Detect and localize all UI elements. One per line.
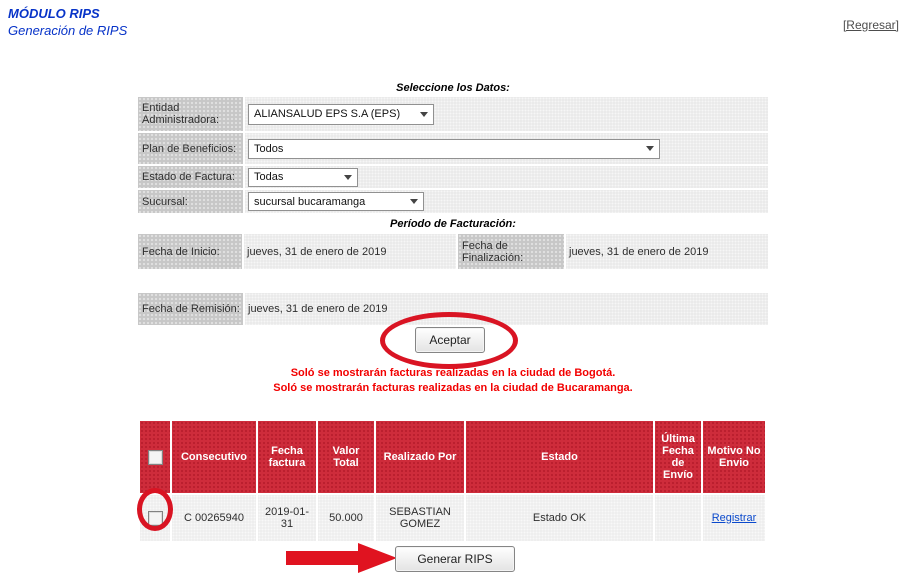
fecha-remision-label: Fecha de Remisión:	[138, 293, 243, 325]
entidad-field-cell: ALIANSALUD EPS S.A (EPS)	[245, 97, 768, 131]
chevron-down-icon	[344, 175, 352, 180]
registrar-link[interactable]: Registrar	[712, 512, 757, 524]
entidad-select[interactable]: ALIANSALUD EPS S.A (EPS)	[248, 104, 434, 125]
warning-messages: Soló se mostrarán facturas realizadas en…	[108, 366, 798, 396]
filters-form: Entidad Administradora: ALIANSALUD EPS S…	[138, 97, 768, 327]
table-header-row: Consecutivo Fecha factura Valor Total Re…	[140, 421, 765, 493]
form-row-plan: Plan de Beneficios: Todos	[138, 133, 768, 164]
entidad-select-value: ALIANSALUD EPS S.A (EPS)	[254, 108, 400, 120]
row-checkbox[interactable]	[148, 511, 163, 526]
chevron-down-icon	[410, 199, 418, 204]
section-title: Seleccione los Datos:	[138, 82, 768, 94]
entidad-label: Entidad Administradora:	[138, 97, 243, 131]
cell-motivo-no-envio: Registrar	[703, 495, 765, 541]
plan-label: Plan de Beneficios:	[138, 133, 243, 164]
cell-valor-total: 50.000	[318, 495, 374, 541]
spacer	[138, 271, 768, 293]
estado-select-value: Todas	[254, 171, 283, 183]
invoices-table: Consecutivo Fecha factura Valor Total Re…	[138, 419, 767, 543]
fecha-remision-value[interactable]: jueves, 31 de enero de 2019	[245, 293, 768, 325]
chevron-down-icon	[420, 112, 428, 117]
col-header-ultima-fecha-envio: Última Fecha de Envío	[655, 421, 701, 493]
col-header-motivo-no-envio: Motivo No Envio	[703, 421, 765, 493]
row-checkbox-cell	[140, 495, 170, 541]
form-row-sucursal: Sucursal: sucursal bucaramanga	[138, 190, 768, 213]
cell-consecutivo: C 00265940	[172, 495, 256, 541]
rips-generation-page: MÓDULO RIPS Generación de RIPS [Regresar…	[0, 0, 907, 578]
col-header-realizado-por: Realizado Por	[376, 421, 464, 493]
table-row: C 00265940 2019-01-31 50.000 SEBASTIAN G…	[140, 495, 765, 541]
page-subtitle: Generación de RIPS	[8, 23, 127, 38]
form-row-fechas: Fecha de Inicio: jueves, 31 de enero de …	[138, 234, 768, 269]
cell-realizado-por: SEBASTIAN GOMEZ	[376, 495, 464, 541]
col-header-consecutivo: Consecutivo	[172, 421, 256, 493]
page-title: MÓDULO RIPS	[8, 6, 100, 21]
plan-select-value: Todos	[254, 143, 283, 155]
select-all-checkbox[interactable]	[148, 450, 163, 465]
generar-rips-button[interactable]: Generar RIPS	[395, 546, 515, 572]
warning-line-1: Soló se mostrarán facturas realizadas en…	[108, 366, 798, 381]
col-header-valor-total: Valor Total	[318, 421, 374, 493]
aceptar-button[interactable]: Aceptar	[415, 327, 485, 353]
warning-line-2: Soló se mostrarán facturas realizadas en…	[108, 381, 798, 396]
estado-field-cell: Todas	[245, 166, 768, 188]
sucursal-select[interactable]: sucursal bucaramanga	[248, 192, 424, 211]
estado-factura-label: Estado de Factura:	[138, 166, 243, 188]
select-all-header-cell	[140, 421, 170, 493]
fecha-finalizacion-value[interactable]: jueves, 31 de enero de 2019	[566, 234, 768, 269]
plan-select[interactable]: Todos	[248, 139, 660, 159]
cell-ultima-fecha-envio	[655, 495, 701, 541]
period-section-title: Período de Facturación:	[138, 215, 768, 232]
cell-estado: Estado OK	[466, 495, 653, 541]
form-row-estado: Estado de Factura: Todas	[138, 166, 768, 188]
chevron-down-icon	[646, 146, 654, 151]
red-arrow-annotation	[286, 542, 398, 574]
back-link[interactable]: [Regresar]	[843, 18, 899, 32]
sucursal-field-cell: sucursal bucaramanga	[245, 190, 768, 213]
fecha-inicio-value[interactable]: jueves, 31 de enero de 2019	[244, 234, 456, 269]
cell-fecha-factura: 2019-01-31	[258, 495, 316, 541]
fecha-finalizacion-label: Fecha de Finalización:	[458, 234, 564, 269]
sucursal-select-value: sucursal bucaramanga	[254, 196, 365, 208]
sucursal-label: Sucursal:	[138, 190, 243, 213]
form-row-entidad: Entidad Administradora: ALIANSALUD EPS S…	[138, 97, 768, 131]
col-header-fecha-factura: Fecha factura	[258, 421, 316, 493]
fecha-inicio-label: Fecha de Inicio:	[138, 234, 242, 269]
estado-select[interactable]: Todas	[248, 168, 358, 187]
plan-field-cell: Todos	[245, 133, 768, 164]
col-header-estado: Estado	[466, 421, 653, 493]
form-row-remision: Fecha de Remisión: jueves, 31 de enero d…	[138, 293, 768, 325]
